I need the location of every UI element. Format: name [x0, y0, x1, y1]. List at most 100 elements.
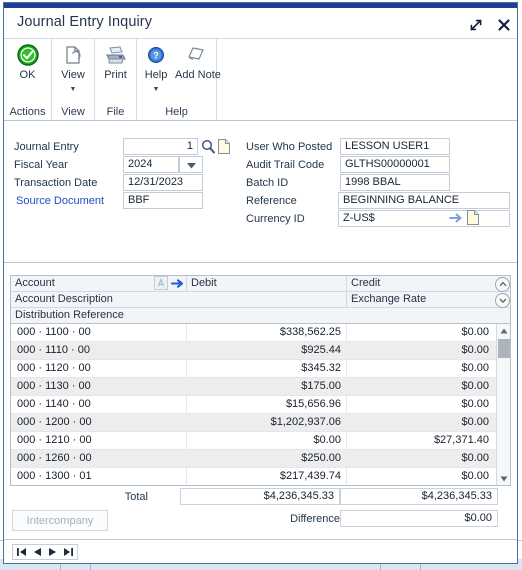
batch-id-input[interactable]: 1998 BBAL — [340, 174, 450, 191]
journal-entry-form: Journal Entry 1 Fiscal Year 2024 Transac… — [4, 121, 517, 263]
user-who-posted-label: User Who Posted — [246, 141, 333, 153]
intercompany-button[interactable]: Intercompany — [12, 510, 108, 531]
ribbon-group-file: Print File — [95, 39, 137, 120]
ribbon-group-view: View ▼ View — [52, 39, 95, 120]
ribbon-group-label-view: View — [61, 106, 85, 118]
column-header-account-description[interactable]: Account Description — [11, 292, 341, 307]
scroll-down-icon[interactable] — [497, 472, 510, 485]
new-document-icon[interactable] — [466, 209, 480, 229]
column-header-account[interactable]: Account — [11, 276, 151, 291]
desktop-background: Recurring Transaction Maintenance Journa… — [0, 0, 522, 570]
cell-account: 000 · 1200 · 00 — [17, 416, 92, 428]
user-who-posted-input[interactable]: LESSON USER1 — [340, 138, 450, 155]
cell-account: 000 · 1300 · 01 — [17, 470, 92, 482]
table-row[interactable]: 000 · 1260 · 00 $250.00 $0.00 — [11, 450, 496, 468]
table-row[interactable]: 000 · 1110 · 00 $925.44 $0.00 — [11, 342, 496, 360]
nav-first-icon[interactable] — [16, 547, 27, 557]
cell-account: 000 · 1120 · 00 — [17, 362, 91, 374]
ribbon-toolbar: OK Actions View ▼ View Print File ? Help… — [4, 39, 517, 121]
ok-button-label: OK — [19, 69, 36, 81]
cell-credit: $0.00 — [461, 470, 489, 482]
title-bar: Journal Entry Inquiry — [4, 8, 517, 39]
goto-arrow-icon[interactable] — [448, 211, 464, 228]
distributions-grid: Account Debit Credit Account Description… — [10, 275, 511, 486]
help-icon: ? — [137, 42, 175, 68]
add-note-button-label: Add Note — [175, 69, 221, 81]
svg-text:?: ? — [153, 51, 159, 61]
cell-debit: $1,202,937.06 — [270, 416, 341, 428]
circle-chevron-up-icon[interactable] — [495, 277, 510, 292]
column-header-credit[interactable]: Credit — [347, 276, 492, 291]
print-button[interactable]: Print — [95, 42, 136, 81]
sort-az-icon[interactable] — [154, 276, 168, 293]
scrollbar-thumb[interactable] — [498, 339, 510, 358]
table-row[interactable]: 000 · 1100 · 00 $338,562.25 $0.00 — [11, 324, 496, 342]
status-bar — [4, 539, 517, 563]
table-row[interactable]: 000 · 1130 · 00 $175.00 $0.00 — [11, 378, 496, 396]
transaction-date-input[interactable]: 12/31/2023 — [123, 174, 203, 191]
grid-scrollbar[interactable] — [496, 324, 510, 485]
reference-label: Reference — [246, 195, 297, 207]
cell-credit: $0.00 — [461, 362, 489, 374]
blue-right-arrow-icon[interactable] — [170, 278, 184, 292]
nav-previous-icon[interactable] — [33, 547, 42, 557]
audit-trail-code-input[interactable]: GLTHS00000001 — [340, 156, 450, 173]
source-document-label[interactable]: Source Document — [16, 195, 104, 207]
grid-header-row-2: Account Description Exchange Rate — [11, 292, 510, 308]
grid-header-row-3: Distribution Reference — [11, 308, 510, 324]
difference-value: $0.00 — [340, 510, 498, 527]
magnifier-lookup-icon[interactable] — [200, 138, 216, 158]
table-row[interactable]: 000 · 1120 · 00 $345.32 $0.00 — [11, 360, 496, 378]
nav-next-icon[interactable] — [48, 547, 57, 557]
view-button-label: View — [61, 69, 85, 81]
add-note-button[interactable]: Add Note — [175, 42, 221, 81]
table-row[interactable]: 000 · 1300 · 01 $217,439.74 $0.00 — [11, 468, 496, 485]
help-button[interactable]: ? Help ▼ — [137, 42, 175, 93]
cell-credit: $27,371.40 — [433, 434, 489, 446]
transaction-date-label: Transaction Date — [14, 177, 98, 189]
grid-header-row-1: Account Debit Credit — [11, 276, 510, 292]
cell-debit: $338,562.25 — [279, 326, 341, 338]
document-icon — [52, 42, 94, 68]
cell-account: 000 · 1100 · 00 — [17, 326, 91, 338]
column-header-exchange-rate[interactable]: Exchange Rate — [347, 292, 492, 307]
table-row[interactable]: 000 · 1140 · 00 $15,656.96 $0.00 — [11, 396, 496, 414]
circle-chevron-down-icon[interactable] — [495, 293, 510, 308]
fiscal-year-input[interactable]: 2024 — [123, 156, 179, 173]
total-debit-value: $4,236,345.33 — [180, 488, 340, 505]
cell-account: 000 · 1110 · 00 — [17, 344, 90, 356]
cell-credit: $0.00 — [461, 416, 489, 428]
help-button-label: Help — [144, 69, 168, 81]
grid-header: Account Debit Credit Account Description… — [11, 276, 510, 324]
chevron-down-icon[interactable]: ▼ — [137, 86, 175, 93]
new-document-icon[interactable] — [217, 138, 231, 158]
column-header-distribution-reference[interactable]: Distribution Reference — [11, 308, 481, 323]
chevron-down-icon[interactable]: ▼ — [52, 86, 94, 93]
currency-id-input[interactable]: Z-US$ — [338, 210, 510, 227]
reference-input[interactable]: BEGINNING BALANCE — [338, 192, 510, 209]
fiscal-year-dropdown-button[interactable] — [179, 156, 203, 173]
view-button[interactable]: View ▼ — [52, 42, 94, 93]
scroll-up-icon[interactable] — [497, 324, 510, 338]
restore-icon[interactable] — [467, 16, 485, 34]
cell-account: 000 · 1210 · 00 — [17, 434, 92, 446]
cell-account: 000 · 1130 · 00 — [17, 380, 91, 392]
ok-button[interactable]: OK — [4, 42, 51, 81]
difference-label: Difference — [290, 513, 340, 525]
table-row[interactable]: 000 · 1210 · 00 $0.00 $27,371.40 — [11, 432, 496, 450]
cell-credit: $0.00 — [461, 398, 489, 410]
cell-debit: $217,439.74 — [279, 470, 341, 482]
grid-body[interactable]: 000 · 1100 · 00 $338,562.25 $0.00 000 · … — [11, 324, 496, 485]
column-header-debit[interactable]: Debit — [187, 276, 346, 291]
nav-last-icon[interactable] — [63, 547, 74, 557]
journal-entry-input[interactable]: 1 — [123, 138, 198, 155]
close-icon[interactable] — [495, 16, 513, 34]
cell-debit: $345.32 — [301, 362, 341, 374]
cell-account: 000 · 1140 · 00 — [17, 398, 91, 410]
cell-debit: $15,656.96 — [285, 398, 341, 410]
ribbon-group-label-actions: Actions — [9, 106, 46, 118]
table-row[interactable]: 000 · 1200 · 00 $1,202,937.06 $0.00 — [11, 414, 496, 432]
total-credit-value: $4,236,345.33 — [340, 488, 498, 505]
cell-debit: $250.00 — [301, 452, 341, 464]
source-document-input[interactable]: BBF — [123, 192, 203, 209]
